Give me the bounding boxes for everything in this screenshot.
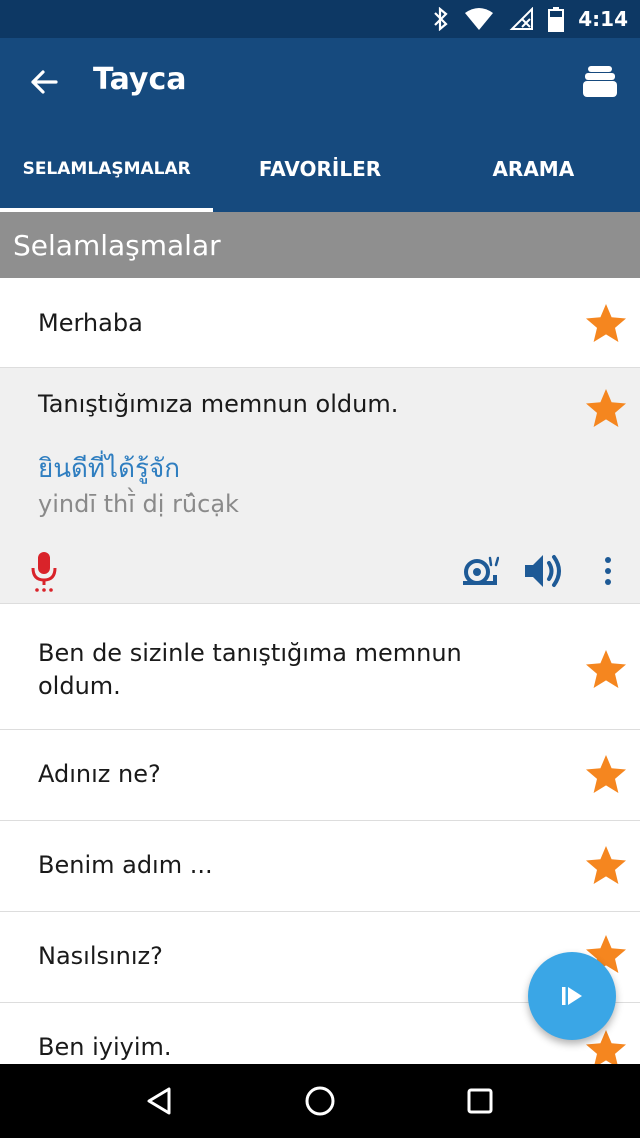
square-recents-icon <box>467 1088 493 1114</box>
phrase-text: Tanıştığımıza memnun oldum. <box>38 390 399 418</box>
status-bar: 4:14 <box>0 0 640 38</box>
tab-greetings[interactable]: SELAMLAŞMALAR <box>0 126 214 212</box>
app-bar: Tayca <box>0 38 640 126</box>
signal-off-icon <box>509 7 534 30</box>
action-bar <box>0 548 640 596</box>
section-header: Selamlaşmalar <box>0 212 640 278</box>
app-title: Tayca <box>93 62 187 97</box>
phrase-text: Benim adım ... <box>38 851 213 879</box>
nav-recents-button[interactable] <box>450 1071 510 1131</box>
nav-home-button[interactable] <box>290 1071 350 1131</box>
more-vertical-icon <box>605 557 611 585</box>
star-icon[interactable] <box>584 752 628 796</box>
thai-translation: ยินดีที่ได้รู้จัก <box>38 454 180 484</box>
play-icon <box>562 987 582 1005</box>
battery-icon <box>548 7 565 32</box>
tab-favorites[interactable]: FAVORİLER <box>213 126 426 212</box>
circle-home-icon <box>305 1086 335 1116</box>
stack-icon <box>583 66 617 97</box>
phrase-text: Merhaba <box>38 309 143 337</box>
tab-search[interactable]: ARAMA <box>427 126 640 212</box>
play-audio-button[interactable] <box>521 548 567 594</box>
record-button[interactable] <box>21 548 67 594</box>
system-nav-bar <box>0 1064 640 1138</box>
nav-back-button[interactable] <box>130 1071 190 1131</box>
more-options-button[interactable] <box>585 548 631 594</box>
phrase-text: Adınız ne? <box>38 760 161 788</box>
back-button[interactable] <box>22 60 66 104</box>
list-item[interactable]: Merhaba <box>0 278 640 368</box>
star-icon[interactable] <box>584 843 628 887</box>
status-time: 4:14 <box>578 7 628 31</box>
phrase-text: Nasılsınız? <box>38 942 163 970</box>
bluetooth-icon <box>434 7 448 31</box>
tab-bar: SELAMLAŞMALAR FAVORİLER ARAMA <box>0 126 640 212</box>
list-item[interactable]: Benim adım ... <box>0 821 640 912</box>
microphone-icon <box>31 552 57 592</box>
snail-icon <box>463 556 499 585</box>
triangle-back-icon <box>147 1087 171 1115</box>
play-all-button[interactable] <box>528 952 616 1040</box>
menu-button[interactable] <box>578 60 622 104</box>
phrase-text: Ben iyiyim. <box>38 1033 172 1061</box>
star-icon[interactable] <box>584 647 628 691</box>
phrase-text: Ben de sizinle tanıştığıma memnun oldum. <box>38 639 462 700</box>
star-icon[interactable] <box>584 301 628 345</box>
list-item[interactable]: Ben de sizinle tanıştığıma memnun oldum. <box>0 604 640 730</box>
arrow-left-icon <box>31 70 58 94</box>
list-item[interactable]: Adınız ne? <box>0 730 640 821</box>
speaker-icon <box>525 555 561 587</box>
star-icon[interactable] <box>584 386 628 430</box>
wifi-icon <box>465 8 494 30</box>
slow-play-button[interactable] <box>457 548 503 594</box>
transliteration: yindī thī̀ dị rū̂cạk <box>38 490 239 518</box>
